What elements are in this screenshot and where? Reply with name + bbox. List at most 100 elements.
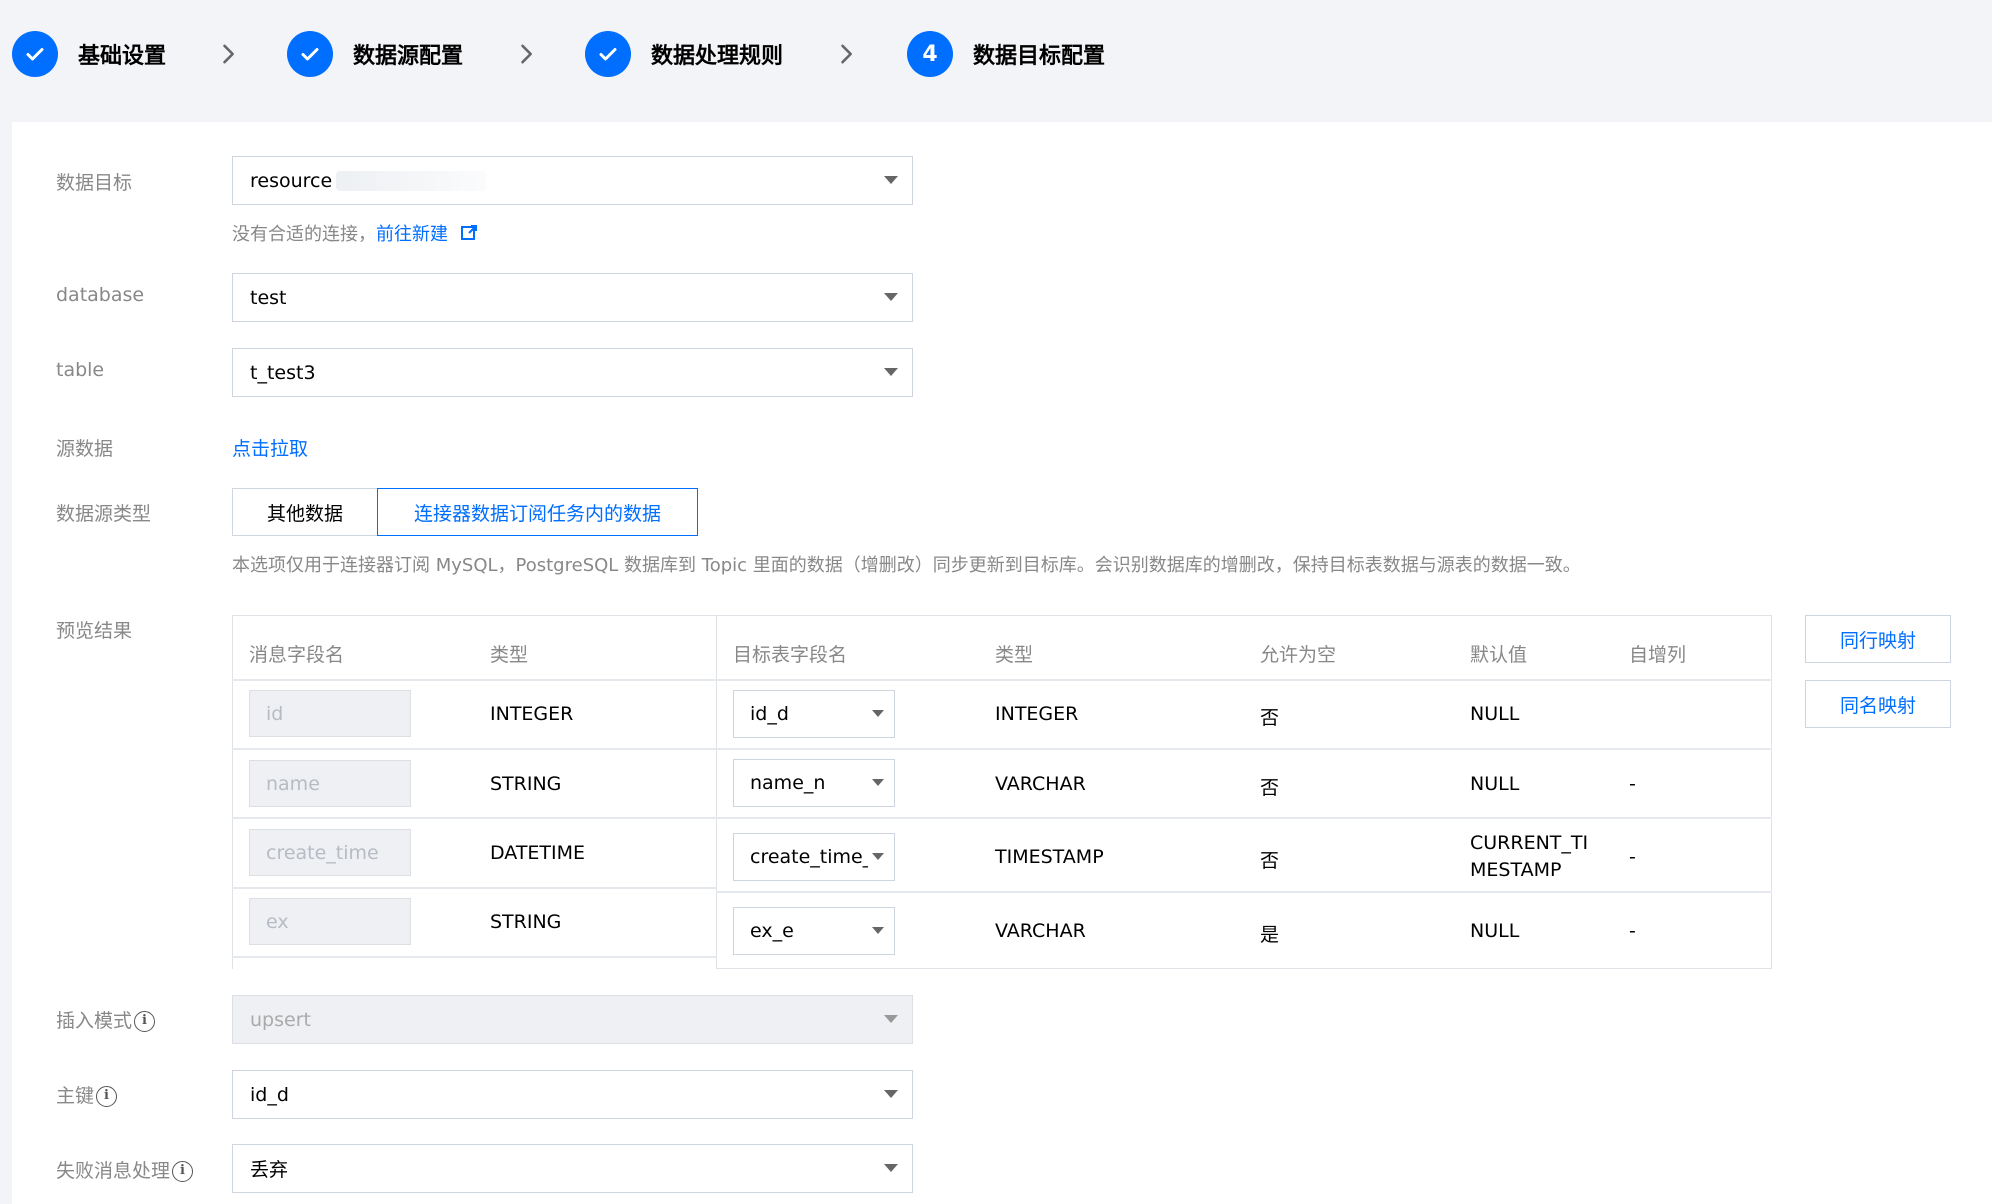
step-label: 数据源配置 (353, 44, 464, 69)
caret-down-icon (884, 176, 898, 184)
check-icon (12, 31, 58, 77)
database-label: database (56, 284, 145, 306)
autoinc-value: - (1629, 920, 1636, 942)
step-label: 数据目标配置 (973, 44, 1106, 69)
database-value: test (250, 286, 287, 309)
table-select[interactable]: t_test3 (232, 348, 913, 397)
autoinc-value: - (1629, 846, 1636, 868)
source-type: INTEGER (490, 703, 574, 725)
target-field-value: name_n (750, 772, 826, 794)
caret-down-icon (884, 368, 898, 376)
caret-down-icon (884, 1164, 898, 1172)
database-select[interactable]: test (232, 273, 913, 322)
target-field-select[interactable]: name_n (733, 759, 895, 807)
source-type: STRING (490, 911, 562, 933)
default-value: NULL (1470, 773, 1520, 795)
nullable-value: 否 (1260, 777, 1280, 799)
source-field-input[interactable]: create_time (249, 829, 411, 876)
row-divider (232, 679, 1772, 681)
default-value: NULL (1470, 920, 1520, 942)
source-type-other[interactable]: 其他数据 (232, 488, 377, 536)
preview-table: 消息字段名 类型 目标表字段名 类型 允许为空 默认值 自增列 id INTEG… (232, 615, 1772, 969)
header-autoinc: 自增列 (1629, 644, 1687, 666)
target-field-select[interactable]: create_time_ (733, 833, 895, 881)
step-basic-settings[interactable]: 基础设置 (12, 31, 166, 77)
fetch-source-link[interactable]: 点击拉取 (232, 434, 308, 461)
source-type-segmented: 其他数据 连接器数据订阅任务内的数据 (232, 488, 698, 536)
source-field-input[interactable]: name (249, 760, 411, 807)
caret-down-icon (872, 779, 884, 786)
header-default: 默认值 (1470, 644, 1528, 666)
hint-text: 没有合适的连接， (232, 224, 376, 245)
caret-down-icon (872, 853, 884, 860)
step-processing-rules[interactable]: 数据处理规则 (585, 31, 783, 77)
row-divider (232, 956, 717, 958)
row-divider (716, 891, 1772, 893)
row-divider (232, 748, 1772, 750)
header-msg-field: 消息字段名 (249, 644, 345, 666)
target-field-select[interactable]: id_d (733, 690, 895, 738)
nullable-value: 是 (1260, 924, 1280, 946)
nullable-value: 否 (1260, 707, 1280, 729)
target-type: TIMESTAMP (995, 846, 1104, 868)
default-value: NULL (1470, 703, 1520, 725)
primary-key-label-text: 主键 (56, 1085, 95, 1107)
source-field-input[interactable]: id (249, 690, 411, 737)
header-target-type: 类型 (995, 644, 1034, 666)
source-field-input[interactable]: ex (249, 898, 411, 945)
target-type: VARCHAR (995, 773, 1086, 795)
source-type-label: 数据源类型 (56, 503, 152, 525)
fail-handling-label: 失败消息处理 i (56, 1156, 194, 1183)
target-field-value: create_time_ (750, 846, 868, 868)
caret-down-icon (884, 293, 898, 301)
source-type: STRING (490, 773, 562, 795)
target-field-value: ex_e (750, 920, 794, 942)
step-label: 数据处理规则 (651, 44, 784, 69)
header-target-field: 目标表字段名 (733, 644, 848, 666)
fail-handling-value: 丢弃 (250, 1159, 289, 1181)
step-label: 基础设置 (78, 44, 167, 69)
no-connection-hint: 没有合适的连接，前往新建 (232, 220, 478, 246)
target-label: 数据目标 (56, 172, 133, 194)
map-same-row-button[interactable]: 同行映射 (1805, 615, 1951, 663)
create-connection-link[interactable]: 前往新建 (376, 224, 448, 245)
source-type-hint: 本选项仅用于连接器订阅 MySQL，PostgreSQL 数据库到 Topic … (232, 555, 1581, 576)
map-same-name-button[interactable]: 同名映射 (1805, 680, 1951, 728)
chevron-right-icon (214, 40, 242, 68)
row-divider (232, 887, 717, 889)
table-label: table (56, 359, 105, 381)
caret-down-icon (872, 710, 884, 717)
wizard-steps: 基础设置 数据源配置 数据处理规则 4 数据目标配置 (0, 0, 1992, 122)
table-value: t_test3 (250, 361, 316, 384)
info-icon[interactable]: i (172, 1161, 194, 1182)
fail-handling-select[interactable]: 丢弃 (232, 1144, 913, 1193)
caret-down-icon (884, 1015, 898, 1023)
step-target-config[interactable]: 4 数据目标配置 (907, 31, 1105, 77)
autoinc-value: - (1629, 773, 1636, 795)
default-value-line1: CURRENT_TI (1470, 832, 1589, 854)
target-select[interactable]: resource (232, 156, 913, 205)
primary-key-select[interactable]: id_d (232, 1070, 913, 1119)
external-link-icon[interactable] (460, 224, 478, 242)
primary-key-value: id_d (250, 1083, 289, 1106)
header-msg-type: 类型 (490, 644, 529, 666)
form-card: 数据目标 resource 没有合适的连接，前往新建 database test… (12, 122, 1992, 1204)
info-icon[interactable]: i (96, 1086, 118, 1107)
target-value: resource (250, 169, 333, 192)
row-divider (232, 817, 1772, 819)
primary-key-label: 主键 i (56, 1081, 118, 1108)
caret-down-icon (872, 927, 884, 934)
step-source-config[interactable]: 数据源配置 (287, 31, 463, 77)
insert-mode-value: upsert (250, 1008, 311, 1031)
chevron-right-icon (512, 40, 540, 68)
target-field-select[interactable]: ex_e (733, 907, 895, 955)
insert-mode-label-text: 插入模式 (56, 1010, 133, 1032)
redacted-text (336, 170, 487, 191)
header-nullable: 允许为空 (1260, 644, 1337, 666)
source-type-connector[interactable]: 连接器数据订阅任务内的数据 (377, 488, 698, 536)
source-type: DATETIME (490, 842, 586, 864)
source-data-label: 源数据 (56, 438, 114, 460)
nullable-value: 否 (1260, 850, 1280, 872)
caret-down-icon (884, 1090, 898, 1098)
info-icon[interactable]: i (134, 1011, 156, 1032)
